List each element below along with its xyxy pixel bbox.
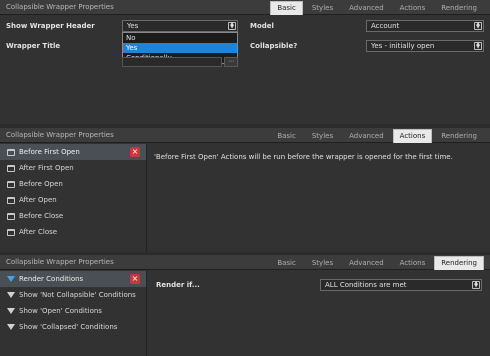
tab-basic[interactable]: Basic [270, 256, 303, 270]
model-value: Account [371, 22, 400, 30]
action-detail-area: 'Before First Open' Actions will be run … [148, 144, 490, 252]
tab-bar: Basic Styles Advanced Actions Rendering [268, 1, 484, 15]
collapsible-value: Yes - initially open [371, 42, 435, 50]
render-if-select[interactable]: ALL Conditions are met ▲ ▼ [320, 279, 482, 291]
action-item-before-first-open[interactable]: Before First Open × [0, 144, 146, 160]
folder-icon [7, 149, 15, 156]
tab-styles[interactable]: Styles [305, 129, 340, 143]
folder-icon [7, 181, 15, 188]
condition-item-label: Render Conditions [19, 275, 84, 283]
filter-icon [7, 292, 15, 298]
action-item-label: After Open [19, 196, 57, 204]
filter-icon [7, 308, 15, 314]
collapsible-label: Collapsible? [250, 42, 298, 50]
delete-icon[interactable]: × [130, 274, 140, 284]
action-item-before-close[interactable]: Before Close [0, 208, 146, 224]
render-if-label: Render if... [156, 281, 200, 289]
delete-icon[interactable]: × [130, 147, 140, 157]
wrapper-title-options-button[interactable]: ⋯ [224, 57, 238, 67]
panel-titlebar: Collapsible Wrapper Properties Basic Sty… [0, 255, 490, 270]
wrapper-title-label: Wrapper Title [6, 42, 61, 50]
tab-basic[interactable]: Basic [270, 1, 303, 15]
panel-title: Collapsible Wrapper Properties [6, 3, 114, 11]
condition-item-label: Show 'Collapsed' Conditions [19, 323, 118, 331]
action-item-after-first-open[interactable]: After First Open [0, 160, 146, 176]
tab-rendering[interactable]: Rendering [434, 129, 484, 143]
condition-item-not-collapsible[interactable]: Show 'Not Collapsible' Conditions [0, 287, 146, 303]
select-arrow-icon: ▲ ▼ [228, 22, 236, 30]
show-wrapper-header-value: Yes [127, 22, 139, 30]
folder-icon [7, 229, 15, 236]
folder-icon [7, 197, 15, 204]
show-wrapper-header-select[interactable]: Yes ▲ ▼ [122, 20, 238, 32]
tab-bar: Basic Styles Advanced Actions Rendering [268, 129, 484, 143]
action-description: 'Before First Open' Actions will be run … [154, 153, 453, 161]
dropdown-option-no[interactable]: No [123, 33, 237, 43]
collapsible-select[interactable]: Yes - initially open ▲ ▼ [366, 40, 484, 52]
tab-styles[interactable]: Styles [305, 256, 340, 270]
dropdown-option-yes[interactable]: Yes [123, 43, 237, 53]
show-wrapper-header-label: Show Wrapper Header [6, 22, 95, 30]
condition-item-label: Show 'Not Collapsible' Conditions [19, 291, 136, 299]
action-item-label: After Close [19, 228, 58, 236]
select-arrow-icon: ▲ ▼ [474, 42, 482, 50]
tab-actions[interactable]: Actions [392, 129, 433, 143]
condition-detail-area: Render if... ALL Conditions are met ▲ ▼ [148, 271, 490, 356]
select-arrow-icon: ▲ ▼ [474, 22, 482, 30]
tab-styles[interactable]: Styles [305, 1, 340, 15]
filter-icon [7, 276, 15, 282]
wrapper-title-input[interactable] [122, 57, 222, 67]
wrapper-properties-basic-panel: Collapsible Wrapper Properties Basic Sty… [0, 0, 490, 124]
action-item-label: Before Close [19, 212, 64, 220]
condition-list: Render Conditions × Show 'Not Collapsibl… [0, 271, 147, 356]
tab-actions[interactable]: Actions [393, 256, 433, 270]
folder-icon [7, 165, 15, 172]
panel-title: Collapsible Wrapper Properties [6, 131, 114, 139]
wrapper-properties-rendering-panel: Collapsible Wrapper Properties Basic Sty… [0, 255, 490, 356]
render-if-value: ALL Conditions are met [325, 281, 407, 289]
select-arrow-icon: ▲ ▼ [472, 281, 480, 289]
condition-item-label: Show 'Open' Conditions [19, 307, 102, 315]
action-item-after-open[interactable]: After Open [0, 192, 146, 208]
model-select[interactable]: Account ▲ ▼ [366, 20, 484, 32]
tab-rendering[interactable]: Rendering [434, 1, 484, 15]
action-item-before-open[interactable]: Before Open [0, 176, 146, 192]
filter-icon [7, 324, 15, 330]
model-label: Model [250, 22, 274, 30]
condition-item-open[interactable]: Show 'Open' Conditions [0, 303, 146, 319]
wrapper-properties-actions-panel: Collapsible Wrapper Properties Basic Sty… [0, 128, 490, 252]
tab-advanced[interactable]: Advanced [342, 256, 391, 270]
tab-basic[interactable]: Basic [270, 129, 303, 143]
tab-actions[interactable]: Actions [393, 1, 433, 15]
panel-titlebar: Collapsible Wrapper Properties Basic Sty… [0, 128, 490, 143]
tab-bar: Basic Styles Advanced Actions Rendering [268, 256, 484, 270]
action-item-label: After First Open [19, 164, 74, 172]
condition-item-collapsed[interactable]: Show 'Collapsed' Conditions [0, 319, 146, 335]
condition-item-render[interactable]: Render Conditions × [0, 271, 146, 287]
panel-title: Collapsible Wrapper Properties [6, 258, 114, 266]
action-item-label: Before Open [19, 180, 63, 188]
action-event-list: Before First Open × After First Open Bef… [0, 144, 147, 252]
action-item-label: Before First Open [19, 148, 80, 156]
panel-titlebar: Collapsible Wrapper Properties Basic Sty… [0, 0, 490, 15]
action-item-after-close[interactable]: After Close [0, 224, 146, 240]
tab-advanced[interactable]: Advanced [342, 1, 391, 15]
tab-advanced[interactable]: Advanced [342, 129, 391, 143]
folder-icon [7, 213, 15, 220]
tab-rendering[interactable]: Rendering [434, 256, 484, 270]
